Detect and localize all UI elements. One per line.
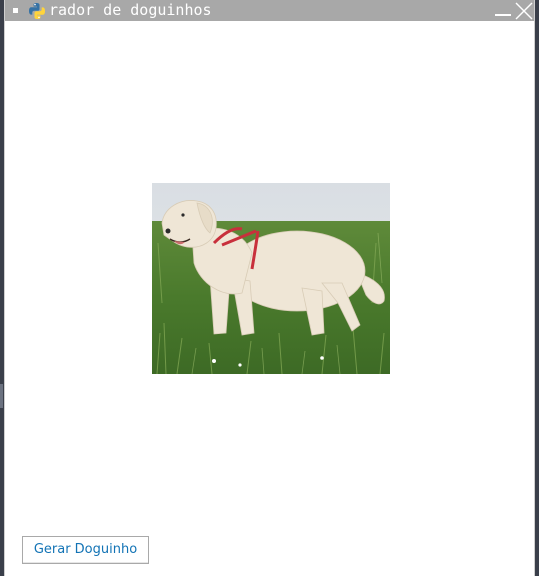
desktop-edge-marker xyxy=(0,384,3,408)
window-menu-icon[interactable] xyxy=(13,8,18,13)
dog-photo xyxy=(152,183,390,374)
window-title: rador de doguinhos xyxy=(49,1,212,19)
gerar-doguinho-button[interactable]: Gerar Doguinho xyxy=(22,536,149,564)
minimize-icon[interactable] xyxy=(495,14,511,16)
close-icon[interactable] xyxy=(515,2,533,20)
app-window: rador de doguinhos Gerar Doguinho xyxy=(4,0,535,576)
dog-illustration xyxy=(152,183,390,374)
window-titlebar[interactable]: rador de doguinhos xyxy=(5,0,534,21)
python-logo-icon xyxy=(29,3,45,19)
